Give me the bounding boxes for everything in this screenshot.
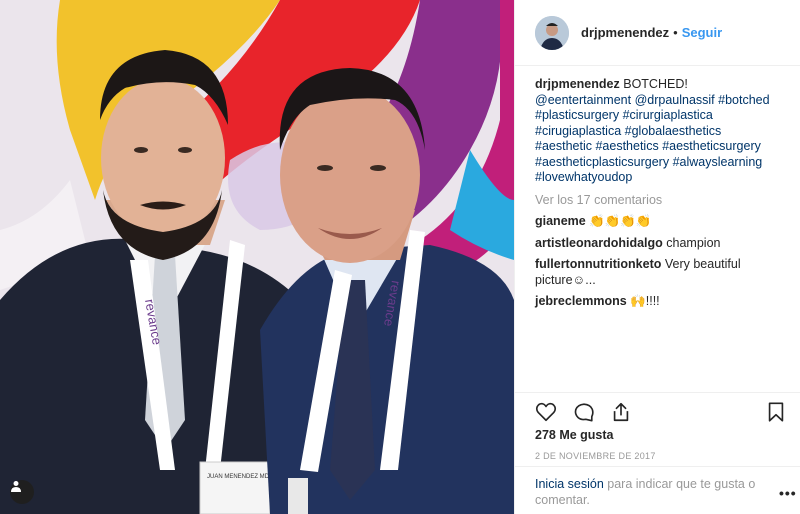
- comment-text: 👏👏👏👏: [589, 214, 652, 228]
- likes-count[interactable]: 278 Me gusta: [535, 428, 614, 442]
- share-icon[interactable]: [610, 401, 632, 423]
- header-username[interactable]: drjpmenendez: [581, 25, 669, 40]
- instagram-post: revance JUAN MENENDEZ MD revance drjpmen…: [0, 0, 800, 514]
- more-options-icon[interactable]: •••: [779, 485, 797, 501]
- post-date[interactable]: 2 DE NOVIEMBRE DE 2017: [535, 451, 656, 461]
- comment-username[interactable]: fullertonnutritionketo: [535, 257, 661, 271]
- comment-item: jebreclemmons 🙌!!!!: [535, 294, 781, 310]
- comment-item: fullertonnutritionketo Very beautiful pi…: [535, 257, 781, 288]
- hashtag-link[interactable]: #lovewhatyoudop: [535, 170, 632, 184]
- comment-icon[interactable]: [573, 401, 595, 423]
- hashtag-link[interactable]: #aesthetics: [595, 139, 658, 153]
- name-badge-text: JUAN MENENDEZ MD: [207, 474, 270, 480]
- header-separator: •: [673, 25, 678, 40]
- hashtag-link[interactable]: #globalaesthetics: [625, 124, 722, 138]
- mention-link[interactable]: @drpaulnassif: [635, 93, 715, 107]
- follow-button[interactable]: Seguir: [682, 25, 722, 40]
- comment-text: 🙌!!!!: [630, 294, 660, 308]
- user-tag-icon: [11, 481, 21, 492]
- action-bar: [515, 392, 800, 428]
- comment-item: artistleonardohidalgo champion: [535, 236, 781, 252]
- comment-username[interactable]: artistleonardohidalgo: [535, 236, 663, 250]
- post-photo[interactable]: revance JUAN MENENDEZ MD revance: [0, 0, 514, 514]
- post-caption: drjpmenendez BOTCHED! @eentertainment @d…: [535, 77, 781, 186]
- view-all-comments-link[interactable]: Ver los 17 comentarios: [535, 193, 781, 209]
- photo-illustration: revance JUAN MENENDEZ MD revance: [0, 0, 514, 514]
- hashtag-link[interactable]: #aesthetic: [535, 139, 592, 153]
- comments-section: drjpmenendez BOTCHED! @eentertainment @d…: [515, 66, 800, 392]
- login-prompt: Inicia sesión para indicar que te gusta …: [515, 466, 800, 514]
- hashtag-link[interactable]: #aestheticsurgery: [662, 139, 761, 153]
- hashtag-link[interactable]: #cirugiaplastica: [535, 124, 621, 138]
- hashtag-link[interactable]: #alwayslearning: [673, 155, 763, 169]
- bookmark-icon[interactable]: [765, 401, 787, 423]
- avatar[interactable]: [535, 15, 569, 50]
- comment-username[interactable]: jebreclemmons: [535, 294, 627, 308]
- comment-text: champion: [666, 235, 721, 250]
- post-side-panel: drjpmenendez • Seguir drjpmenendez BOTCH…: [514, 0, 800, 514]
- post-header: drjpmenendez • Seguir: [515, 0, 800, 66]
- hashtag-link[interactable]: #cirurgiaplastica: [623, 108, 713, 122]
- hashtag-link[interactable]: #botched: [718, 93, 769, 107]
- login-link[interactable]: Inicia sesión: [535, 477, 604, 491]
- comment-item: gianeme 👏👏👏👏: [535, 214, 781, 230]
- caption-username[interactable]: drjpmenendez: [535, 77, 620, 91]
- caption-text: BOTCHED!: [623, 77, 688, 91]
- heart-icon[interactable]: [535, 401, 557, 423]
- hashtag-link[interactable]: #plasticsurgery: [535, 108, 619, 122]
- mention-link[interactable]: @eentertainment: [535, 93, 631, 107]
- hashtag-link[interactable]: #aestheticplasticsurgery: [535, 155, 669, 169]
- comment-username[interactable]: gianeme: [535, 214, 586, 228]
- user-tag-button[interactable]: [10, 480, 34, 504]
